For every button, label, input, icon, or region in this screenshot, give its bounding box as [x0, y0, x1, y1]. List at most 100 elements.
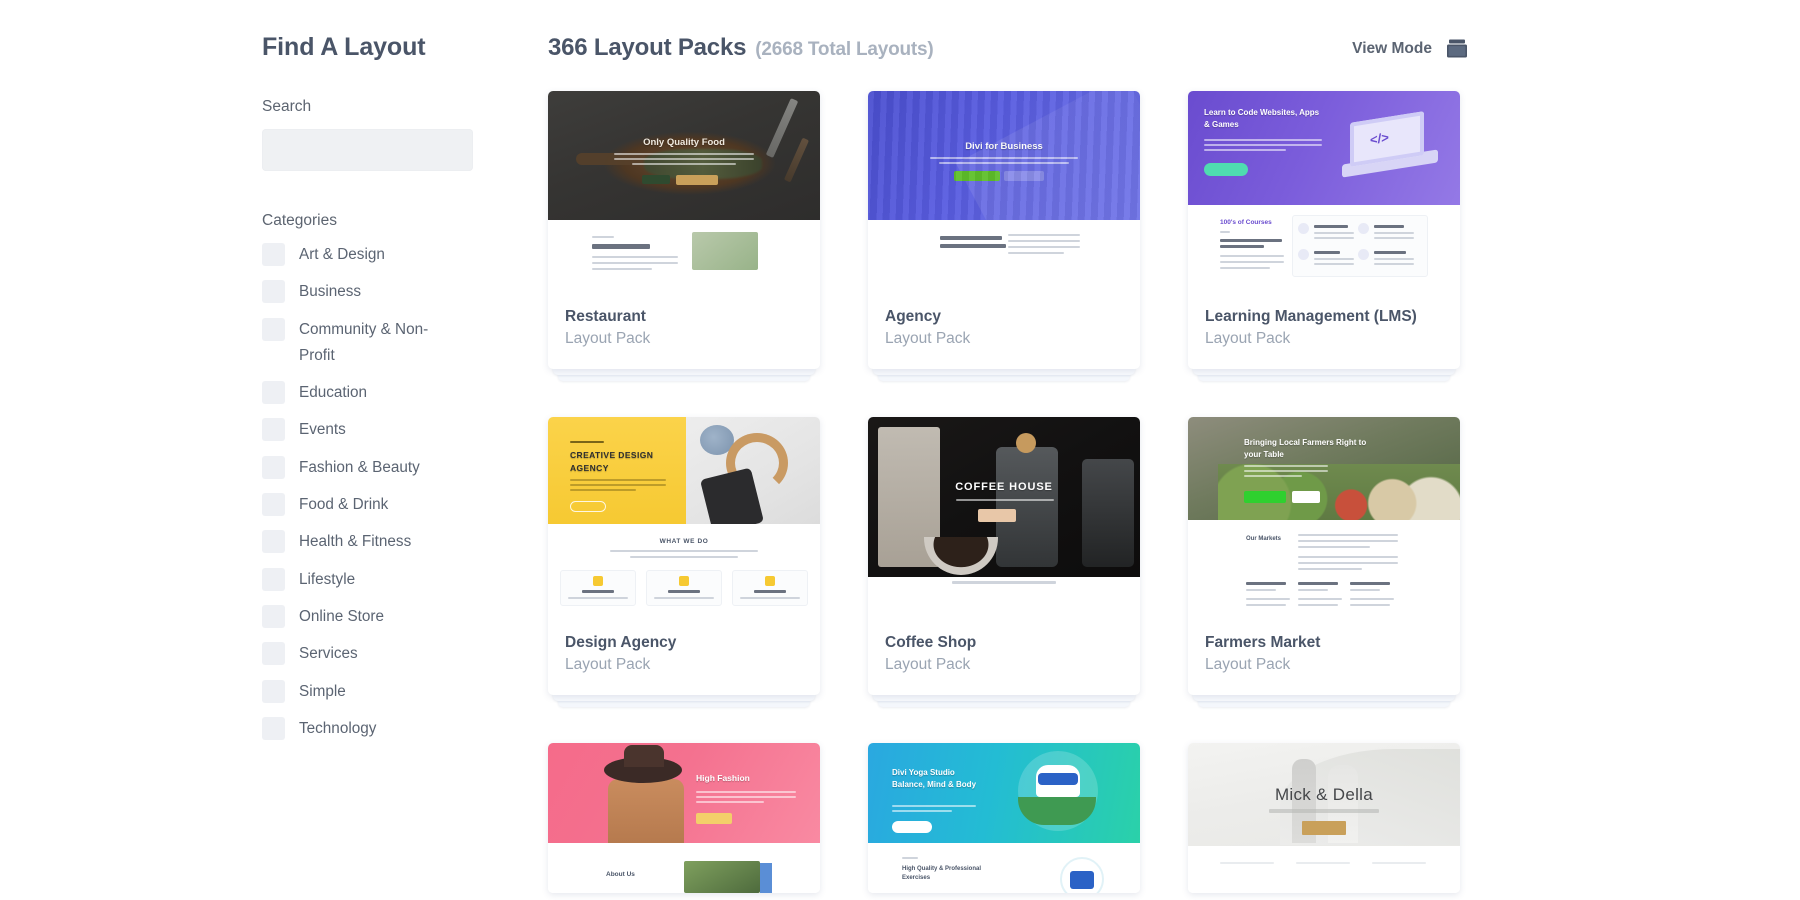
category-label: Education	[299, 384, 368, 402]
category-item-online-store[interactable]: Online Store	[262, 604, 548, 630]
category-label: Services	[299, 645, 358, 663]
category-label: Events	[299, 421, 346, 439]
card-title: Design Agency	[565, 633, 677, 651]
checkbox-icon[interactable]	[262, 317, 285, 341]
thumbnail-body: 100's of Courses	[1188, 205, 1460, 291]
checkbox-icon[interactable]	[262, 716, 285, 740]
card-thumbnail: CREATIVE DESIGN AGENCY WHAT WE DO	[548, 416, 820, 617]
checkbox-icon[interactable]	[262, 280, 285, 304]
category-item-technology[interactable]: Technology	[262, 716, 548, 742]
card-subtitle: Layout Pack	[885, 330, 971, 348]
category-item-health-fitness[interactable]: Health & Fitness	[262, 529, 548, 555]
packs-count: 366 Layout Packs	[548, 34, 747, 61]
layout-pack-card[interactable]: High Fashion About Us	[548, 742, 820, 893]
categories-label: Categories	[262, 212, 337, 229]
card-subtitle: Layout Pack	[565, 330, 651, 348]
checkbox-icon[interactable]	[262, 679, 285, 703]
thumbnail-hero-title: Mick & Della	[1274, 784, 1374, 804]
layout-pack-card[interactable]: Bringing Local Farmers Right to your Tab…	[1188, 416, 1460, 695]
layout-pack-stack-icon[interactable]	[1446, 39, 1468, 59]
layout-pack-card[interactable]: Only Quality Food Restaurant Layout Pack	[548, 91, 820, 369]
thumbnail-body: High Quality & Professional Exercises	[868, 842, 1140, 893]
thumbnail-hero: Mick & Della	[1188, 742, 1460, 846]
layout-pack-card[interactable]: COFFEE HOUSE Coffee Shop Layout Pack	[868, 416, 1140, 695]
checkbox-icon[interactable]	[262, 530, 285, 554]
layout-pack-card[interactable]: </> Learn to Code Websites, Apps & Games…	[1188, 91, 1460, 369]
category-label: Simple	[299, 682, 346, 700]
thumbnail-hero-title: COFFEE HOUSE	[955, 480, 1053, 493]
checkbox-icon[interactable]	[262, 604, 285, 628]
thumbnail-body-heading: WHAT WE DO	[659, 537, 709, 545]
view-mode-toggle[interactable]: View Mode	[1352, 34, 1468, 59]
card-meta: Agency Layout Pack	[868, 291, 1140, 369]
thumbnail-body	[1188, 845, 1460, 893]
layout-pack-card[interactable]: CREATIVE DESIGN AGENCY WHAT WE DO Design…	[548, 416, 820, 695]
view-mode-label: View Mode	[1352, 40, 1432, 57]
checkbox-icon[interactable]	[262, 567, 285, 591]
card-thumbnail: High Fashion About Us	[548, 742, 820, 893]
checkbox-icon[interactable]	[262, 642, 285, 666]
category-item-business[interactable]: Business	[262, 279, 548, 305]
search-label: Search	[262, 98, 312, 115]
thumbnail-body	[868, 576, 1140, 617]
layout-pack-card-wrapper: CREATIVE DESIGN AGENCY WHAT WE DO Design…	[548, 416, 820, 707]
thumbnail-body	[868, 220, 1140, 291]
card-title: Coffee Shop	[885, 633, 977, 651]
category-item-simple[interactable]: Simple	[262, 679, 548, 705]
category-label: Online Store	[299, 607, 385, 625]
checkbox-icon[interactable]	[262, 418, 285, 442]
thumbnail-hero-title: Learn to Code Websites, Apps & Games	[1204, 108, 1320, 129]
thumbnail-body-heading: About Us	[606, 870, 635, 878]
search-input[interactable]	[262, 129, 473, 171]
card-meta: Learning Management (LMS) Layout Pack	[1188, 291, 1460, 369]
thumbnail-hero: Bringing Local Farmers Right to your Tab…	[1188, 416, 1460, 520]
category-label: Lifestyle	[299, 570, 356, 588]
card-title: Farmers Market	[1205, 633, 1321, 651]
layout-pack-card-wrapper: COFFEE HOUSE Coffee Shop Layout Pack	[868, 416, 1140, 707]
thumbnail-body: Our Markets	[1188, 519, 1460, 617]
card-thumbnail: Divi for Business	[868, 91, 1140, 291]
category-item-food-drink[interactable]: Food & Drink	[262, 492, 548, 518]
results-header: 366 Layout Packs (2668 Total Layouts) Vie…	[548, 26, 1468, 80]
category-item-lifestyle[interactable]: Lifestyle	[262, 567, 548, 593]
category-item-services[interactable]: Services	[262, 641, 548, 667]
thumbnail-hero: </> Learn to Code Websites, Apps & Games	[1188, 91, 1460, 205]
checkbox-icon[interactable]	[262, 455, 285, 479]
thumbnail-hero: High Fashion	[548, 742, 820, 843]
thumbnail-body-heading: High Quality & Professional Exercises	[902, 865, 982, 881]
card-thumbnail: Only Quality Food	[548, 91, 820, 291]
layout-pack-card[interactable]: Mick & Della	[1188, 742, 1460, 893]
category-item-art-design[interactable]: Art & Design	[262, 242, 548, 268]
thumbnail-hero-title: Divi for Business	[965, 141, 1043, 152]
category-item-education[interactable]: Education	[262, 380, 548, 406]
layout-pack-card[interactable]: Divi Yoga Studio Balance, Mind & Body Hi…	[868, 742, 1140, 893]
layout-pack-card-wrapper: High Fashion About Us	[548, 742, 820, 893]
layout-pack-card-wrapper: Only Quality Food Restaurant Layout Pack	[548, 91, 820, 381]
category-item-community-non-profit[interactable]: Community & Non-Profit	[262, 317, 548, 370]
category-label: Fashion & Beauty	[299, 458, 420, 476]
thumbnail-hero-title: Divi Yoga Studio Balance, Mind & Body	[892, 767, 977, 789]
category-list: Art & Design Business Community & Non-Pr…	[262, 242, 548, 742]
layout-pack-card[interactable]: Divi for Business Agency Layout Pack	[868, 91, 1140, 369]
checkbox-icon[interactable]	[262, 381, 285, 405]
thumbnail-hero-title: High Fashion	[696, 772, 750, 783]
card-subtitle: Layout Pack	[1205, 656, 1291, 674]
total-layouts: (2668 Total Layouts)	[755, 39, 934, 60]
thumbnail-body: WHAT WE DO	[548, 523, 820, 617]
layout-pack-card-wrapper: Bringing Local Farmers Right to your Tab…	[1188, 416, 1460, 707]
checkbox-icon[interactable]	[262, 493, 285, 517]
card-thumbnail: </> Learn to Code Websites, Apps & Games…	[1188, 91, 1460, 291]
card-subtitle: Layout Pack	[885, 656, 971, 674]
card-title: Agency	[885, 308, 941, 325]
category-item-events[interactable]: Events	[262, 417, 548, 443]
checkbox-icon[interactable]	[262, 243, 285, 266]
category-item-fashion-beauty[interactable]: Fashion & Beauty	[262, 455, 548, 481]
card-meta: Farmers Market Layout Pack	[1188, 617, 1460, 695]
layout-pack-card-wrapper: Mick & Della	[1188, 742, 1460, 893]
thumbnail-body: About Us	[548, 842, 820, 893]
layout-pack-grid: Only Quality Food Restaurant Layout Pack…	[548, 91, 1800, 893]
card-subtitle: Layout Pack	[1205, 330, 1291, 348]
card-meta: Design Agency Layout Pack	[548, 617, 820, 695]
thumbnail-body-heading: 100's of Courses	[1220, 219, 1272, 226]
card-meta: Restaurant Layout Pack	[548, 291, 820, 369]
